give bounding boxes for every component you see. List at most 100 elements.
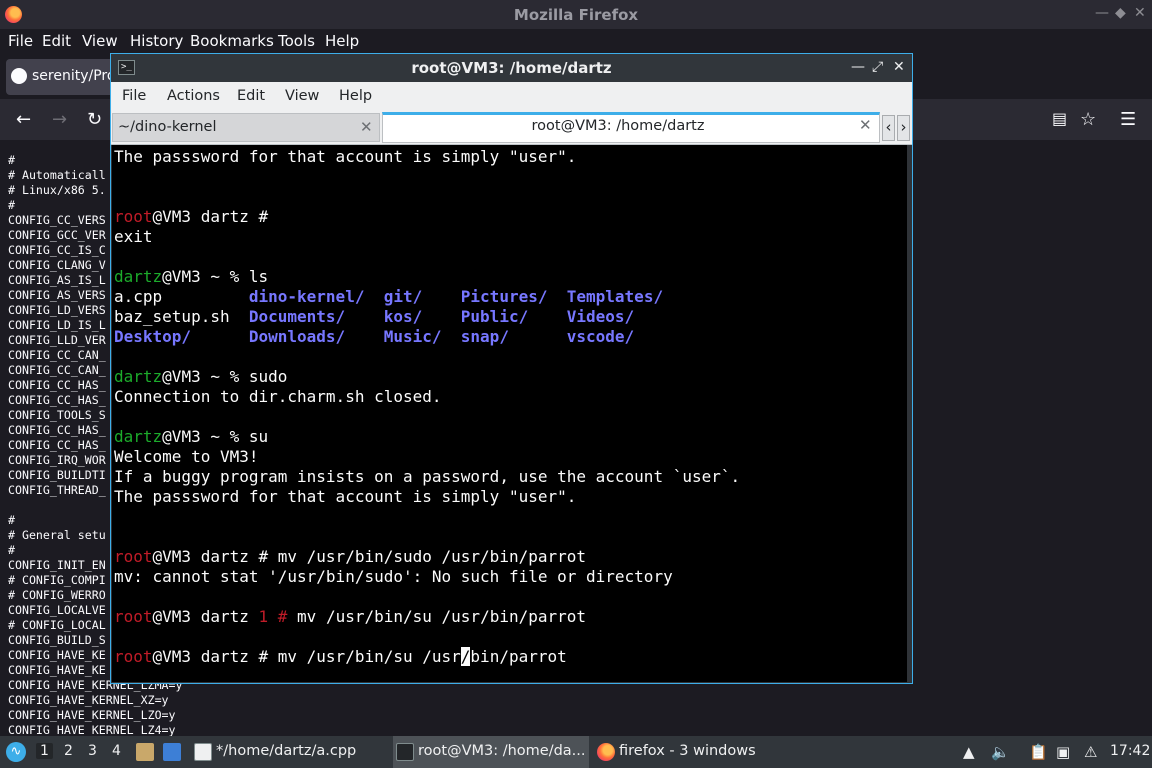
menu-view[interactable]: View (285, 88, 319, 104)
terminal-text-segment: The passsword for that account is simply… (114, 487, 577, 506)
terminal-text-segment: kos/ (383, 307, 423, 326)
terminal-line: root@VM3 dartz 1 # mv /usr/bin/su /usr/b… (114, 607, 740, 627)
terminal-icon (396, 743, 414, 761)
start-menu-icon[interactable]: ∿ (6, 742, 26, 762)
network-icon[interactable]: ▣ (1056, 743, 1070, 761)
reload-icon[interactable]: ↻ (87, 109, 102, 130)
terminal-text-segment: Videos/ (566, 307, 635, 326)
minimize-icon[interactable]: — (1095, 5, 1109, 21)
terminal-text-segment: dartz (114, 427, 163, 446)
close-icon[interactable]: ✕ (893, 59, 905, 75)
terminal-text-segment: @VM3 dartz # mv /usr/bin/sudo /usr/bin/p… (152, 547, 587, 566)
show-desktop-icon[interactable] (163, 743, 181, 761)
restore-icon[interactable]: ⤢ (872, 59, 883, 75)
terminal-text-segment: Connection to dir.charm.sh closed. (114, 387, 442, 406)
terminal-output[interactable]: The passsword for that account is simply… (112, 145, 911, 682)
terminal-text-segment: bin/parrot (470, 647, 567, 666)
terminal-line: exit (114, 227, 740, 247)
task-firefox[interactable]: firefox - 3 windows (597, 736, 797, 768)
menu-bookmarks[interactable]: Bookmarks (190, 32, 274, 50)
menu-file[interactable]: File (8, 32, 33, 50)
hamburger-menu-icon[interactable]: ☰ (1120, 109, 1136, 130)
terminal-line: Connection to dir.charm.sh closed. (114, 387, 740, 407)
forward-icon[interactable]: → (52, 109, 67, 130)
workspace-4[interactable]: 4 (112, 743, 121, 759)
task-label: firefox - 3 windows (619, 743, 756, 759)
terminal-text-segment: 1 # (258, 607, 288, 626)
terminal-text-segment: @VM3 ~ % su (162, 427, 269, 446)
taskbar: ∿ 1 2 3 4 */home/dartz/a.cpp root@VM3: /… (0, 736, 1152, 768)
notifications-icon[interactable]: ⚠ (1084, 743, 1097, 761)
close-icon[interactable]: ✕ (1134, 5, 1146, 21)
bookmark-star-icon[interactable]: ☆ (1080, 109, 1096, 130)
terminal-titlebar[interactable]: >_ root@VM3: /home/dartz — ⤢ ✕ (111, 54, 912, 82)
tab-close-icon[interactable]: ✕ (360, 118, 373, 136)
terminal-line: root@VM3 dartz # mv /usr/bin/su /usr/bin… (114, 647, 740, 667)
terminal-line: a.cpp dino-kernel/ git/ Pictures/ Templa… (114, 287, 740, 307)
terminal-text-segment: @VM3 ~ % ls (162, 267, 269, 286)
tab-close-icon[interactable]: ✕ (859, 116, 872, 134)
menu-actions[interactable]: Actions (167, 88, 220, 104)
menu-help[interactable]: Help (325, 32, 359, 50)
task-editor[interactable]: */home/dartz/a.cpp (194, 736, 389, 768)
terminal-line: mv: cannot stat '/usr/bin/sudo': No such… (114, 567, 740, 587)
task-label: root@VM3: /home/da... (418, 743, 586, 759)
menu-file[interactable]: File (122, 88, 146, 104)
tab-label: ~/dino-kernel (118, 119, 217, 135)
clipboard-icon[interactable]: 📋 (1029, 743, 1048, 761)
reader-view-icon[interactable]: ▤ (1052, 109, 1067, 128)
terminal-line: dartz@VM3 ~ % ls (114, 267, 740, 287)
file-manager-icon[interactable] (136, 743, 154, 761)
terminal-text-segment: Music/ (383, 327, 442, 346)
tab-root-vm3[interactable]: root@VM3: /home/dartz ✕ (382, 112, 880, 143)
terminal-line: baz_setup.sh Documents/ kos/ Public/ Vid… (114, 307, 740, 327)
task-terminal[interactable]: root@VM3: /home/da... (393, 736, 589, 768)
tab-dino-kernel[interactable]: ~/dino-kernel ✕ (112, 113, 380, 142)
menu-tools[interactable]: Tools (278, 32, 315, 50)
workspace-1[interactable]: 1 (36, 743, 53, 759)
terminal-line: dartz@VM3 ~ % su (114, 427, 740, 447)
volume-icon[interactable]: 🔈 (991, 743, 1010, 761)
terminal-line: Desktop/ Downloads/ Music/ snap/ vscode/ (114, 327, 740, 347)
menu-edit[interactable]: Edit (42, 32, 71, 50)
firefox-icon (597, 743, 615, 761)
menu-history[interactable]: History (130, 32, 183, 50)
terminal-tabbar: ~/dino-kernel ✕ root@VM3: /home/dartz ✕ … (111, 111, 912, 145)
terminal-text-segment: dino-kernel/ (248, 287, 365, 306)
maximize-icon[interactable]: ◆ (1115, 5, 1126, 21)
tab-scroll-left-icon[interactable]: ‹ (882, 115, 895, 141)
github-icon (11, 68, 27, 84)
back-icon[interactable]: ← (16, 109, 31, 130)
menu-help[interactable]: Help (339, 88, 372, 104)
terminal-text-segment: Templates/ (566, 287, 664, 306)
terminal-text-segment: mv /usr/bin/su /usr/bin/parrot (287, 607, 587, 626)
terminal-text-segment: dartz (114, 267, 163, 286)
terminal-text-segment: vscode/ (566, 327, 635, 346)
workspace-2[interactable]: 2 (64, 743, 73, 759)
terminal-text-segment: exit (114, 227, 153, 246)
terminal-line: If a buggy program insists on a password… (114, 467, 740, 487)
terminal-line: root@VM3 dartz # mv /usr/bin/sudo /usr/b… (114, 547, 740, 567)
terminal-text-segment: @VM3 ~ % sudo (162, 367, 288, 386)
terminal-text-segment: Public/ (460, 307, 529, 326)
workspace-3[interactable]: 3 (88, 743, 97, 759)
tab-scroll-right-icon[interactable]: › (897, 115, 910, 141)
updates-icon[interactable]: ▲ (963, 743, 975, 761)
terminal-scrollbar[interactable] (907, 145, 911, 682)
minimize-icon[interactable]: — (851, 59, 865, 75)
terminal-line: The passsword for that account is simply… (114, 487, 740, 507)
menu-edit[interactable]: Edit (237, 88, 265, 104)
menu-view[interactable]: View (82, 32, 118, 50)
terminal-text-segment: baz_setup.sh (114, 307, 249, 326)
